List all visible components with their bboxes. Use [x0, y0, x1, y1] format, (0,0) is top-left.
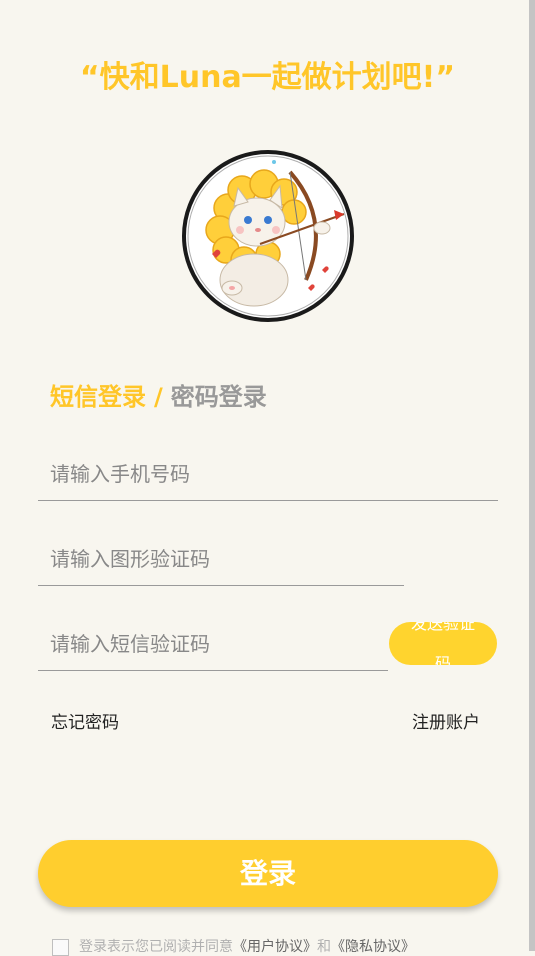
register-link[interactable]: 注册账户	[412, 708, 480, 733]
tab-sms-login[interactable]: 短信登录	[50, 383, 146, 411]
captcha-input[interactable]	[38, 533, 404, 585]
send-code-label: 发送验证码	[410, 622, 475, 665]
login-mode-tabs: 短信登录 / 密码登录	[50, 377, 267, 412]
captcha-field	[38, 533, 404, 586]
agreement-row: 登录表示您已阅读并同意《用户协议》和《隐私协议》	[52, 936, 415, 956]
app-slogan: “快和Luna一起做计划吧!”	[79, 60, 456, 95]
mascot-avatar	[182, 150, 354, 322]
sms-code-input[interactable]	[38, 618, 388, 670]
sms-code-field	[38, 618, 388, 671]
phone-input[interactable]	[38, 448, 498, 500]
tab-separator: /	[154, 383, 163, 411]
phone-field	[38, 448, 498, 501]
agreement-prefix: 登录表示您已阅读并同意	[79, 939, 233, 955]
scrollbar-track[interactable]	[529, 0, 535, 951]
login-button[interactable]: 登录	[38, 840, 498, 907]
agreement-checkbox[interactable]	[52, 938, 69, 956]
tab-password-login[interactable]: 密码登录	[171, 383, 267, 411]
forgot-password-link[interactable]: 忘记密码	[51, 708, 119, 733]
user-agreement-link[interactable]: 《用户协议》	[233, 939, 317, 955]
privacy-policy-link[interactable]: 《隐私协议》	[331, 939, 415, 955]
send-code-button[interactable]: 发送验证码	[389, 622, 497, 665]
agreement-and: 和	[317, 939, 331, 955]
